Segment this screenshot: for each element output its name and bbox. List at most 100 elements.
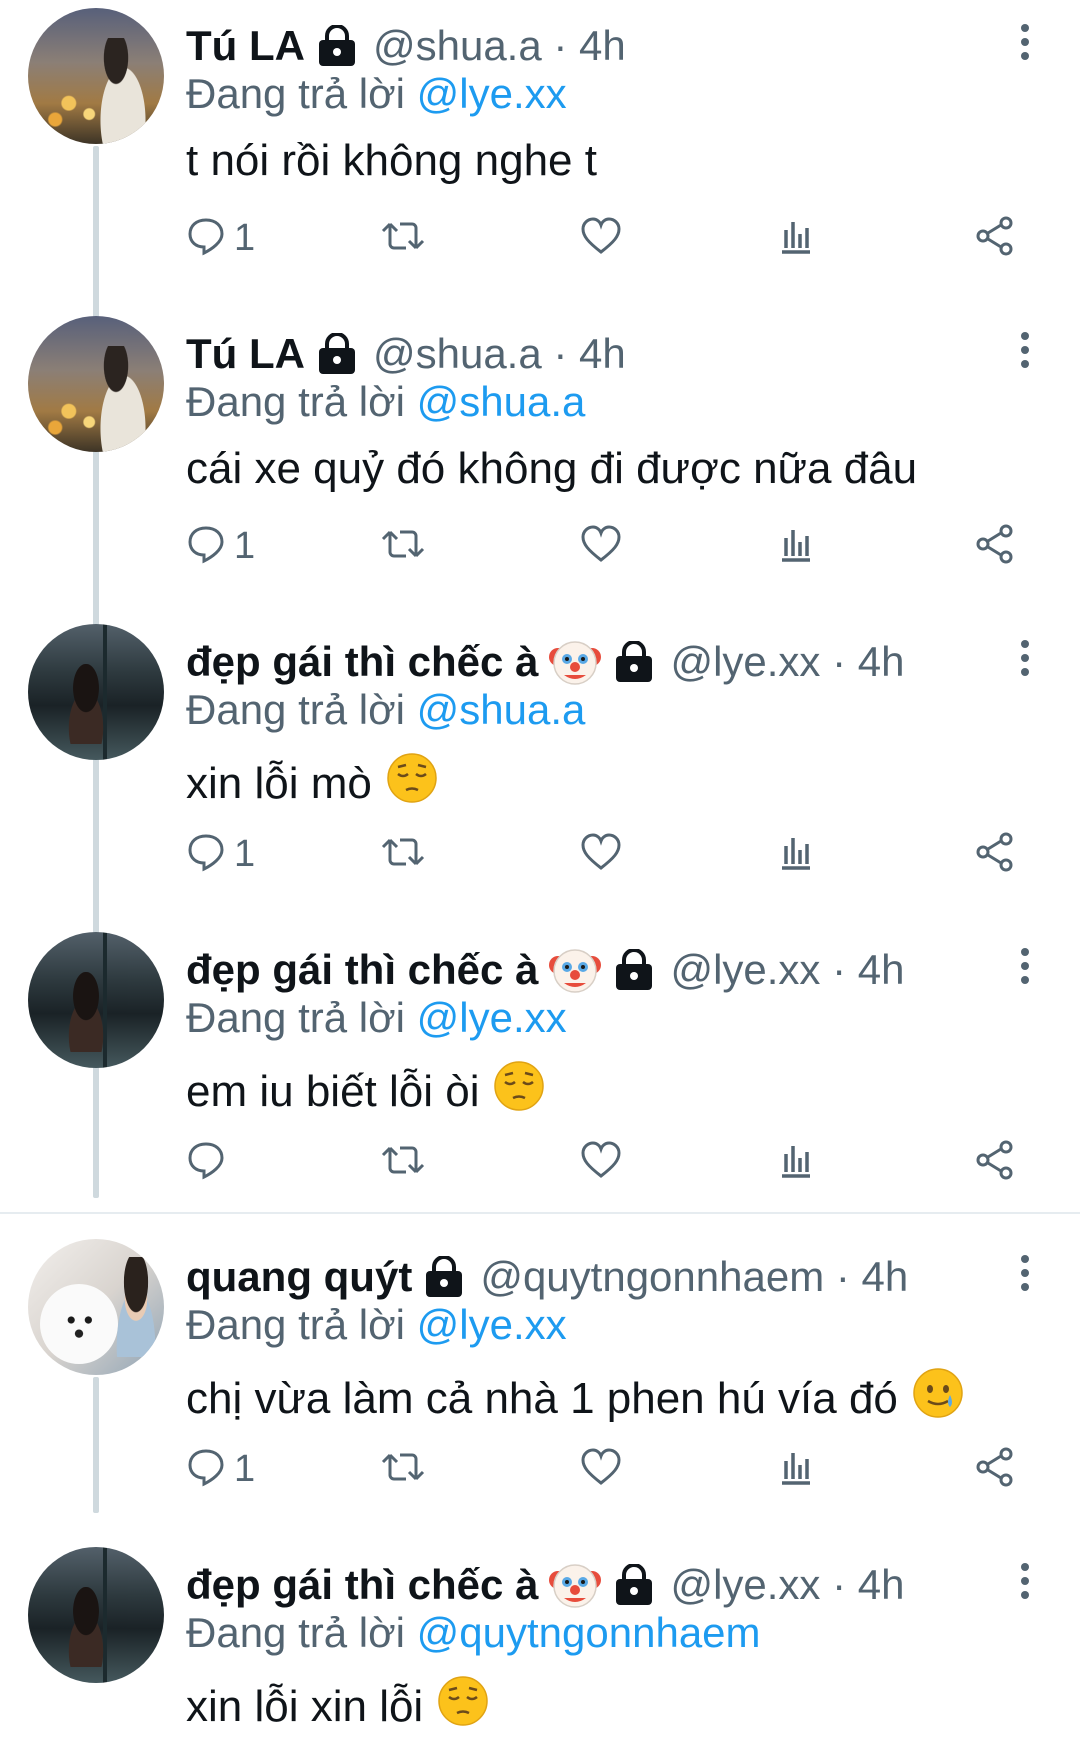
reply-button[interactable]: 1 (186, 1439, 255, 1499)
tweet[interactable]: đẹp gái thì chếc à @lye.xx · 4h Đang trả… (0, 624, 1080, 932)
tweet-text: t nói rồi không nghe t (186, 136, 597, 185)
retweet-icon (380, 832, 426, 877)
avatar[interactable] (28, 1547, 164, 1683)
views-button[interactable] (778, 516, 814, 576)
reply-button[interactable]: 1 (186, 824, 255, 884)
avatar[interactable] (28, 624, 164, 760)
more-options-icon[interactable] (1010, 1561, 1040, 1601)
retweet-button[interactable] (380, 824, 426, 884)
avatar[interactable] (28, 1239, 164, 1375)
reply-icon (186, 216, 226, 261)
share-button[interactable] (974, 1439, 1016, 1499)
reply-icon (186, 524, 226, 569)
clown-face-icon (548, 943, 602, 997)
views-button[interactable] (778, 824, 814, 884)
lock-icon (612, 640, 656, 683)
display-name[interactable]: Tú LA (186, 22, 305, 70)
tweet-text: chị vừa làm cả nhà 1 phen hú vía đó (186, 1367, 964, 1430)
replying-to: Đang trả lời @quytngonnhaem (186, 1609, 761, 1656)
avatar[interactable] (28, 932, 164, 1068)
like-button[interactable] (580, 208, 622, 268)
tweet-header: Tú LA @shua.a · 4h (186, 16, 626, 76)
lock-icon (315, 24, 359, 67)
more-options-icon[interactable] (1010, 22, 1040, 62)
retweet-button[interactable] (380, 208, 426, 268)
display-name[interactable]: quang quýt (186, 1253, 412, 1301)
reply-icon (186, 832, 226, 877)
retweet-button[interactable] (380, 1439, 426, 1499)
mention-link[interactable]: @lye.xx (417, 1301, 567, 1348)
more-options-icon[interactable] (1010, 946, 1040, 986)
handle-and-time[interactable]: @lye.xx · 4h (670, 946, 904, 994)
like-button[interactable] (580, 1439, 622, 1499)
tweet-header: đẹp gái thì chếc à @lye.xx · 4h (186, 1555, 904, 1615)
views-button[interactable] (778, 1439, 814, 1499)
tweet-actions: 1 (0, 208, 1080, 268)
tweet[interactable]: đẹp gái thì chếc à @lye.xx · 4h Đang trả… (0, 932, 1080, 1240)
share-button[interactable] (974, 824, 1016, 884)
share-icon (974, 831, 1016, 878)
tweet[interactable]: đẹp gái thì chếc à @lye.xx · 4h Đang trả… (0, 1547, 1080, 1743)
share-button[interactable] (974, 208, 1016, 268)
replying-to: Đang trả lời @lye.xx (186, 70, 567, 117)
handle-and-time[interactable]: @lye.xx · 4h (670, 1561, 904, 1609)
reply-count: 1 (234, 832, 256, 875)
retweet-icon (380, 1447, 426, 1492)
display-name[interactable]: đẹp gái thì chếc à (186, 638, 538, 686)
mention-link[interactable]: @lye.xx (417, 994, 567, 1041)
lock-icon (422, 1255, 466, 1298)
pensive-face-icon (386, 752, 438, 815)
retweet-button[interactable] (380, 516, 426, 576)
lock-icon (315, 332, 359, 375)
reply-button[interactable]: 1 (186, 516, 255, 576)
views-button[interactable] (778, 208, 814, 268)
handle-and-time[interactable]: @lye.xx · 4h (670, 638, 904, 686)
share-button[interactable] (974, 516, 1016, 576)
pensive-face-icon (437, 1675, 489, 1738)
analytics-icon (778, 1140, 814, 1185)
heart-icon (580, 216, 622, 261)
reply-icon (186, 1140, 226, 1185)
views-button[interactable] (778, 1132, 814, 1192)
lock-icon (612, 1563, 656, 1606)
handle-and-time[interactable]: @shua.a · 4h (373, 22, 626, 70)
like-button[interactable] (580, 1132, 622, 1192)
clown-face-icon (548, 635, 602, 689)
like-button[interactable] (580, 824, 622, 884)
mention-link[interactable]: @quytngonnhaem (417, 1609, 761, 1656)
heart-icon (580, 1140, 622, 1185)
share-button[interactable] (974, 1132, 1016, 1192)
pensive-face-icon (493, 1060, 545, 1123)
more-options-icon[interactable] (1010, 1253, 1040, 1293)
tweet-actions (0, 1132, 1080, 1192)
handle-and-time[interactable]: @shua.a · 4h (373, 330, 626, 378)
reply-count: 1 (234, 216, 256, 259)
display-name[interactable]: đẹp gái thì chếc à (186, 1561, 538, 1609)
retweet-icon (380, 524, 426, 569)
avatar[interactable] (28, 316, 164, 452)
replying-to: Đang trả lời @shua.a (186, 686, 586, 733)
more-options-icon[interactable] (1010, 330, 1040, 370)
reply-button[interactable]: 1 (186, 208, 255, 268)
share-icon (974, 215, 1016, 262)
display-name[interactable]: đẹp gái thì chếc à (186, 946, 538, 994)
mention-link[interactable]: @shua.a (417, 686, 586, 733)
tweet-header: quang quýt @quytngonnhaem · 4h (186, 1247, 908, 1307)
reply-button[interactable] (186, 1132, 234, 1192)
tweet[interactable]: Tú LA @shua.a · 4h Đang trả lời @lye.xx … (0, 8, 1080, 316)
tweet-header: đẹp gái thì chếc à @lye.xx · 4h (186, 940, 904, 1000)
mention-link[interactable]: @lye.xx (417, 70, 567, 117)
lock-icon (612, 948, 656, 991)
tweet-actions: 1 (0, 824, 1080, 884)
like-button[interactable] (580, 516, 622, 576)
retweet-button[interactable] (380, 1132, 426, 1192)
tweet[interactable]: quang quýt @quytngonnhaem · 4h Đang trả … (0, 1239, 1080, 1547)
tweet[interactable]: Tú LA @shua.a · 4h Đang trả lời @shua.a … (0, 316, 1080, 624)
display-name[interactable]: Tú LA (186, 330, 305, 378)
avatar[interactable] (28, 8, 164, 144)
mention-link[interactable]: @shua.a (417, 378, 586, 425)
handle-and-time[interactable]: @quytngonnhaem · 4h (480, 1253, 908, 1301)
analytics-icon (778, 1447, 814, 1492)
more-options-icon[interactable] (1010, 638, 1040, 678)
reply-count: 1 (234, 1447, 256, 1490)
